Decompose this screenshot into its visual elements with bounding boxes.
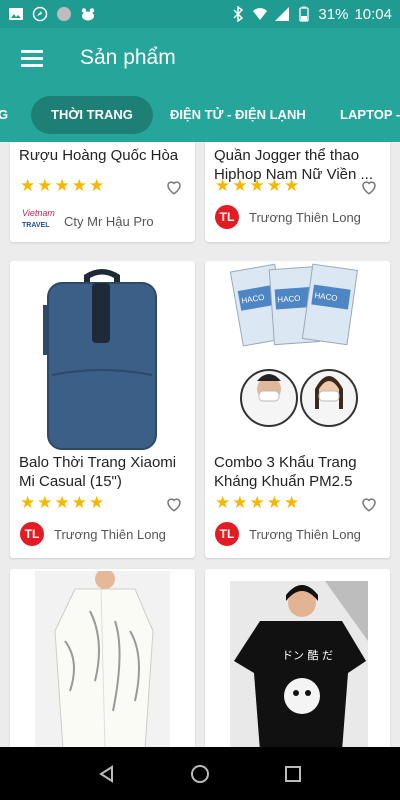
backpack-image [43, 269, 157, 450]
star-icon: ★ [54, 176, 70, 195]
star-icon: ★ [37, 176, 53, 195]
tl-logo: TL [215, 205, 239, 229]
star-icon: ★ [20, 493, 36, 512]
seller-name: Trương Thiên Long [54, 526, 166, 542]
star-icon: ★ [89, 176, 105, 195]
heart-icon[interactable] [360, 178, 378, 196]
seller-row[interactable]: TL Trương Thiên Long [20, 522, 166, 546]
category-tabs[interactable]: G THỜI TRANG ĐIỆN TỬ - ĐIỆN LẠNH LAPTOP … [0, 88, 400, 142]
star-icon: ★ [266, 493, 282, 512]
tab-laptop[interactable]: LAPTOP - [340, 96, 400, 134]
star-icon: ★ [284, 493, 300, 512]
product-card[interactable]: Quần Jogger thể thao Hiphop Nam Nữ Viền … [205, 142, 390, 242]
svg-text:HACO: HACO [277, 294, 301, 305]
star-icon: ★ [249, 493, 265, 512]
system-nav-bar [0, 747, 400, 800]
battery-icon [299, 6, 310, 22]
tshirt-image: ドン 酷 だ [230, 581, 368, 747]
tab-dien-tu-dien-lanh[interactable]: ĐIỆN TỬ - ĐIỆN LẠNH [170, 96, 306, 134]
star-icon: ★ [232, 493, 248, 512]
product-card[interactable] [10, 569, 195, 747]
product-title: Combo 3 Khẩu Trang Kháng Khuẩn PM2.5 [214, 454, 357, 490]
product-card[interactable]: HACO HACO HACO Combo 3 Khẩu Trang Kháng … [205, 261, 390, 558]
app-notification-icon [81, 8, 95, 21]
sync-notification-icon [32, 6, 48, 22]
bluetooth-icon [233, 6, 244, 22]
star-icon: ★ [71, 493, 87, 512]
tab-previous[interactable]: G [0, 96, 8, 134]
heart-icon[interactable] [360, 495, 378, 513]
star-icon: ★ [20, 176, 36, 195]
home-icon[interactable] [184, 758, 216, 790]
star-icon: ★ [215, 176, 231, 195]
product-title: Rượu Hoàng Quốc Hòa [19, 147, 179, 164]
menu-icon[interactable] [10, 36, 54, 80]
seller-row[interactable]: Vietnam TRAVEL Cty Mr Hậu Pro [20, 208, 154, 234]
rating-stars: ★ ★ ★ ★ ★ [215, 177, 299, 195]
seller-row[interactable]: TL Trương Thiên Long [215, 522, 361, 546]
seller-name: Cty Mr Hậu Pro [64, 213, 154, 229]
star-icon: ★ [54, 493, 70, 512]
star-icon: ★ [37, 493, 53, 512]
app-bar: Sản phẩm [0, 28, 400, 88]
star-icon: ★ [89, 493, 105, 512]
heart-icon[interactable] [165, 178, 183, 196]
image-notification-icon [9, 8, 23, 20]
star-icon: ★ [232, 176, 248, 195]
battery-percent: 31% [318, 5, 349, 23]
star-icon: ★ [71, 176, 87, 195]
product-title: Balo Thời Trang Xiaomi Mi Casual (15") [19, 454, 177, 490]
rating-stars: ★ ★ ★ ★ ★ [20, 494, 104, 512]
wifi-icon [253, 8, 268, 20]
face-mask-image: HACO HACO HACO [229, 263, 358, 427]
rating-stars: ★ ★ ★ ★ ★ [215, 494, 299, 512]
page-title: Sản phẩm [80, 46, 176, 69]
seller-name: Trương Thiên Long [249, 526, 361, 542]
recents-icon[interactable] [277, 758, 309, 790]
star-icon: ★ [249, 176, 265, 195]
seller-name: Trương Thiên Long [249, 209, 361, 225]
signal-icon [275, 7, 290, 21]
product-card[interactable]: Rượu Hoàng Quốc Hòa ★ ★ ★ ★ ★ Vietnam TRAVEL… [10, 142, 195, 242]
shirt-print-text: ドン 酷 だ [282, 649, 333, 662]
tl-logo: TL [215, 522, 239, 546]
clock: 10:04 [354, 5, 392, 23]
star-icon: ★ [215, 493, 231, 512]
seller-row[interactable]: TL Trương Thiên Long [215, 205, 361, 229]
circle-notification-icon [57, 7, 71, 21]
star-icon: ★ [266, 176, 282, 195]
rating-stars: ★ ★ ★ ★ ★ [20, 177, 104, 195]
tab-thoi-trang[interactable]: THỜI TRANG [31, 96, 153, 134]
star-icon: ★ [284, 176, 300, 195]
product-card[interactable]: ドン 酷 だ [205, 569, 390, 747]
product-grid[interactable]: Rượu Hoàng Quốc Hòa ★ ★ ★ ★ ★ Vietnam TRAVEL… [0, 142, 400, 747]
heart-icon[interactable] [165, 495, 183, 513]
shirt-image [35, 571, 170, 747]
product-card[interactable]: Balo Thời Trang Xiaomi Mi Casual (15") ★… [10, 261, 195, 558]
tl-logo: TL [20, 522, 44, 546]
status-bar: 31% 10:04 [0, 0, 400, 28]
vietnam-travel-logo: Vietnam TRAVEL [22, 208, 55, 229]
back-icon[interactable] [91, 758, 123, 790]
